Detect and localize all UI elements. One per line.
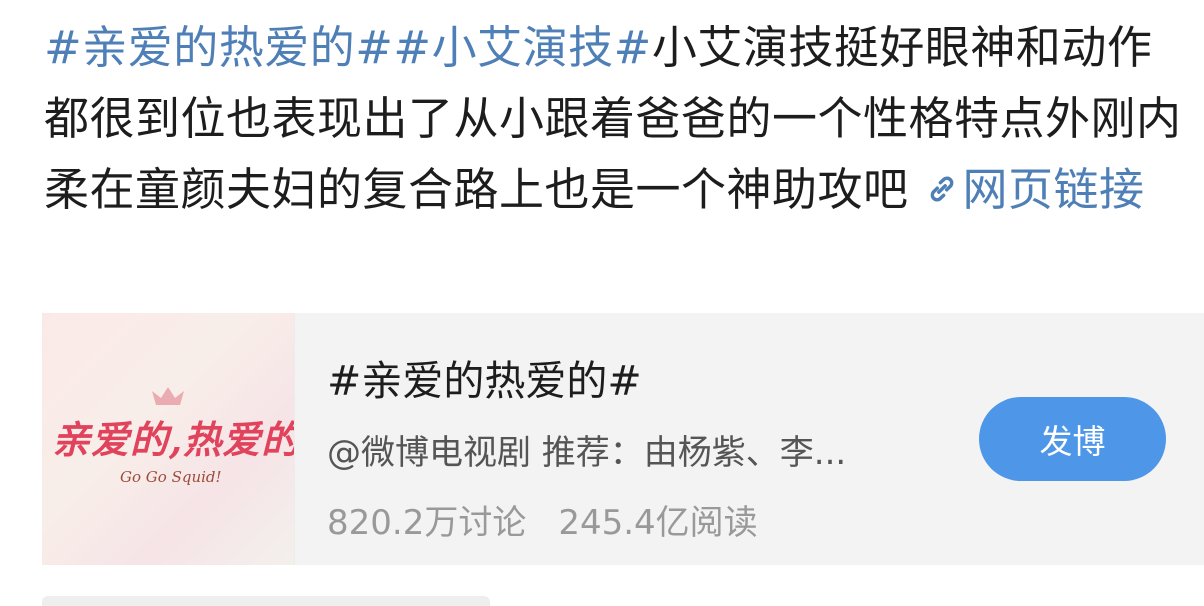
- topic-link-xiao-ai-yan-ji[interactable]: #小艾演技#: [393, 21, 651, 74]
- topic-card[interactable]: 亲爱的,热爱的 Go Go Squid! #亲爱的热爱的# @微博电视剧 推荐：…: [42, 313, 1204, 565]
- web-link[interactable]: 网页链接: [923, 163, 1145, 216]
- post-text: #亲爱的热爱的##小艾演技#小艾演技挺好眼神和动作都很到位也表现出了从小跟着爸爸…: [44, 12, 1194, 225]
- card-title: #亲爱的热爱的#: [327, 357, 642, 405]
- thumbnail-subtitle: Go Go Squid!: [120, 468, 222, 486]
- discussion-count: 820.2万讨论: [327, 503, 527, 543]
- link-icon: [930, 176, 953, 202]
- card-description: @微博电视剧 推荐：由杨紫、李...: [327, 433, 847, 473]
- topic-thumbnail: 亲爱的,热爱的 Go Go Squid!: [42, 313, 295, 565]
- post-weibo-button[interactable]: 发博: [979, 397, 1166, 481]
- web-link-label: 网页链接: [962, 163, 1145, 216]
- read-count: 245.4亿阅读: [558, 503, 758, 543]
- card-stats: 820.2万讨论 245.4亿阅读: [327, 495, 758, 544]
- weibo-post-page: #亲爱的热爱的##小艾演技#小艾演技挺好眼神和动作都很到位也表现出了从小跟着爸爸…: [0, 0, 1204, 606]
- bottom-content-edge: [42, 596, 490, 606]
- thumbnail-title: 亲爱的,热爱的: [52, 417, 295, 462]
- topic-link-qin-ai-de-re-ai-de[interactable]: #亲爱的热爱的#: [44, 21, 393, 74]
